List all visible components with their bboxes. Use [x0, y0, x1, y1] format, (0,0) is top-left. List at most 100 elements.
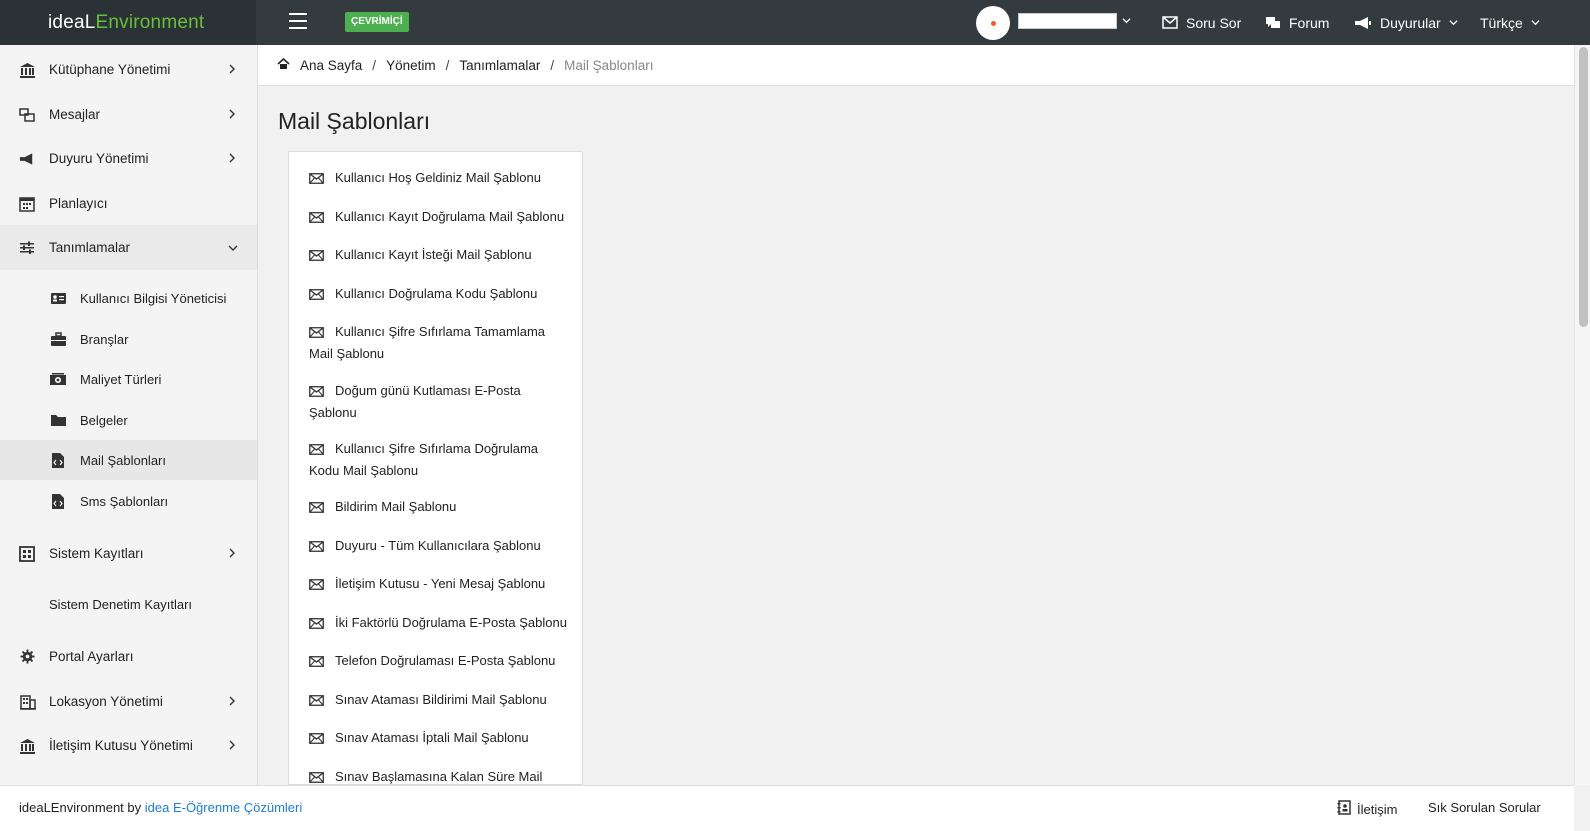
chevron-down-icon[interactable] [1122, 14, 1131, 28]
chevron-right-icon [228, 547, 236, 561]
grid-icon [18, 545, 36, 563]
sidebar-subitem-sms-templates[interactable]: Sms Şablonları [0, 481, 257, 521]
envelope-icon [309, 286, 324, 306]
sidebar-item-planner[interactable]: Planlayıcı [0, 181, 257, 226]
sidebar-subitem-user-info[interactable]: Kullanıcı Bilgisi Yöneticisi [0, 278, 257, 318]
list-item[interactable]: İletişim Kutusu - Yeni Mesaj Şablonu [309, 574, 571, 596]
sidebar-item-label: Mail Şablonları [80, 452, 166, 468]
template-label: Kullanıcı Şifre Sıfırlama Tamamlama Mail… [309, 324, 545, 361]
megaphone-icon [18, 150, 36, 168]
template-label: Duyuru - Tüm Kullanıcılara Şablonu [335, 538, 541, 553]
list-item[interactable]: Duyuru - Tüm Kullanıcılara Şablonu [309, 536, 571, 558]
envelope-icon [309, 209, 324, 229]
footer-faq-link[interactable]: Sık Sorulan Sorular [1428, 800, 1541, 815]
breadcrumb-definitions[interactable]: Tanımlamalar [459, 58, 540, 73]
template-label: Kullanıcı Şifre Sıfırlama Doğrulama Kodu… [309, 441, 539, 478]
template-label: Bildirim Mail Şablonu [335, 499, 457, 514]
brand-part1: ideaL [48, 11, 96, 33]
breadcrumb-separator: / [372, 57, 377, 73]
sidebar-item-label: Portal Ayarları [49, 649, 134, 664]
list-item[interactable]: Kullanıcı Kayıt Doğrulama Mail Şablonu [309, 207, 571, 229]
sidebar-item-messages[interactable]: Mesajlar [0, 92, 257, 137]
list-item[interactable]: Kullanıcı Kayıt İsteği Mail Şablonu [309, 245, 571, 267]
file-code-icon [49, 451, 67, 469]
file-code-icon [49, 492, 67, 510]
calendar-icon [18, 195, 36, 213]
sidebar-item-location[interactable]: Lokasyon Yönetimi [0, 679, 257, 724]
page-scrollbar[interactable] [1574, 45, 1590, 785]
template-label: Sınav Ataması İptali Mail Şablonu [335, 730, 529, 745]
sidebar-item-portal-settings[interactable]: Portal Ayarları [0, 634, 257, 679]
announcements-label: Duyurular [1380, 14, 1441, 31]
list-item[interactable]: Sınav Ataması İptali Mail Şablonu [309, 728, 571, 750]
sidebar-subitem-documents[interactable]: Belgeler [0, 400, 257, 440]
sidebar-item-library[interactable]: Kütüphane Yönetimi [0, 47, 257, 92]
chevron-right-icon [228, 695, 236, 709]
footer-company-link[interactable]: idea E-Öğrenme Çözümleri [145, 800, 303, 815]
breadcrumb-admin[interactable]: Yönetim [386, 58, 436, 73]
money-icon [49, 370, 67, 388]
list-item[interactable]: Sınav Başlamasına Kalan Süre Mail [309, 767, 571, 784]
envelope-icon [309, 383, 324, 403]
messages-icon [18, 106, 36, 124]
list-item[interactable]: Kullanıcı Hoş Geldiniz Mail Şablonu [309, 168, 571, 190]
template-label: Kullanıcı Kayıt İsteği Mail Şablonu [335, 247, 532, 262]
sidebar-item-label: Maliyet Türleri [80, 371, 162, 387]
home-icon[interactable] [277, 57, 290, 73]
menu-toggle-icon[interactable] [289, 13, 307, 29]
list-item[interactable]: Doğum günü Kutlaması E-Posta Şablonu [309, 381, 571, 423]
user-name-field[interactable] [1018, 13, 1117, 29]
list-item[interactable]: İki Faktörlü Doğrulama E-Posta Şablonu [309, 613, 579, 635]
avatar[interactable] [976, 6, 1010, 40]
envelope-icon [309, 324, 324, 344]
folder-icon [49, 411, 67, 429]
library-icon [18, 61, 36, 79]
status-badge: ÇEVRİMİÇİ [345, 12, 409, 32]
sidebar-subitem-branches[interactable]: Branşlar [0, 319, 257, 359]
id-card-icon [49, 289, 67, 307]
ask-question-link[interactable]: Soru Sor [1162, 0, 1241, 45]
list-item[interactable]: Sınav Ataması Bildirimi Mail Şablonu [309, 690, 571, 712]
top-bar: ideaL Environment ÇEVRİMİÇİ Soru Sor Foru… [0, 0, 1590, 45]
forum-label: Forum [1289, 14, 1330, 31]
sidebar-item-label: Planlayıcı [49, 196, 108, 211]
chevron-down-icon [1531, 18, 1540, 27]
sidebar-item-system-logs[interactable]: Sistem Kayıtları [0, 531, 257, 576]
list-item[interactable]: Kullanıcı Şifre Sıfırlama Doğrulama Kodu… [309, 439, 571, 481]
announcements-dropdown[interactable]: Duyurular [1354, 0, 1458, 45]
forum-link[interactable]: Forum [1265, 0, 1329, 45]
list-item[interactable]: Kullanıcı Doğrulama Kodu Şablonu [309, 284, 571, 306]
language-label: Türkçe [1480, 14, 1523, 31]
sidebar-item-definitions[interactable]: Tanımlamalar [0, 225, 257, 270]
envelope-icon [309, 499, 324, 519]
sidebar-item-label: Branşlar [80, 331, 129, 347]
sidebar-item-announcements[interactable]: Duyuru Yönetimi [0, 136, 257, 181]
envelope-icon [309, 653, 324, 673]
breadcrumb-home[interactable]: Ana Sayfa [300, 58, 362, 73]
template-label: Sınav Ataması Bildirimi Mail Şablonu [335, 692, 547, 707]
chevron-down-icon [228, 241, 238, 255]
footer-contact-link[interactable]: İletişim [1337, 800, 1397, 818]
footer-product: ideaLEnvironment by [19, 800, 145, 815]
list-item[interactable]: Bildirim Mail Şablonu [309, 497, 571, 519]
sidebar-item-label: Tanımlamalar [49, 240, 131, 255]
sidebar-subitem-mail-templates[interactable]: Mail Şablonları [0, 440, 257, 480]
template-label: Kullanıcı Kayıt Doğrulama Mail Şablonu [335, 209, 565, 224]
template-label: İki Faktörlü Doğrulama E-Posta Şablonu [335, 615, 567, 630]
sidebar-item-label: İletişim Kutusu Yönetimi [49, 738, 193, 753]
brand-logo[interactable]: ideaL Environment [0, 0, 256, 45]
language-dropdown[interactable]: Türkçe [1480, 0, 1540, 45]
breadcrumb-separator: / [445, 57, 450, 73]
sidebar-subitem-cost-types[interactable]: Maliyet Türleri [0, 359, 257, 399]
sidebar-item-audit-logs[interactable]: Sistem Denetim Kayıtları [49, 597, 192, 612]
envelope-icon [309, 170, 324, 190]
scrollbar-thumb[interactable] [1579, 47, 1588, 327]
chevron-right-icon [228, 108, 236, 122]
sidebar-item-contact-box[interactable]: İletişim Kutusu Yönetimi [0, 723, 257, 768]
sliders-icon [18, 239, 36, 257]
envelope-icon [309, 730, 324, 750]
list-item[interactable]: Telefon Doğrulaması E-Posta Şablonu [309, 651, 571, 673]
envelope-icon [309, 615, 324, 635]
sidebar-item-label: Sistem Kayıtları [49, 546, 144, 561]
list-item[interactable]: Kullanıcı Şifre Sıfırlama Tamamlama Mail… [309, 322, 571, 364]
